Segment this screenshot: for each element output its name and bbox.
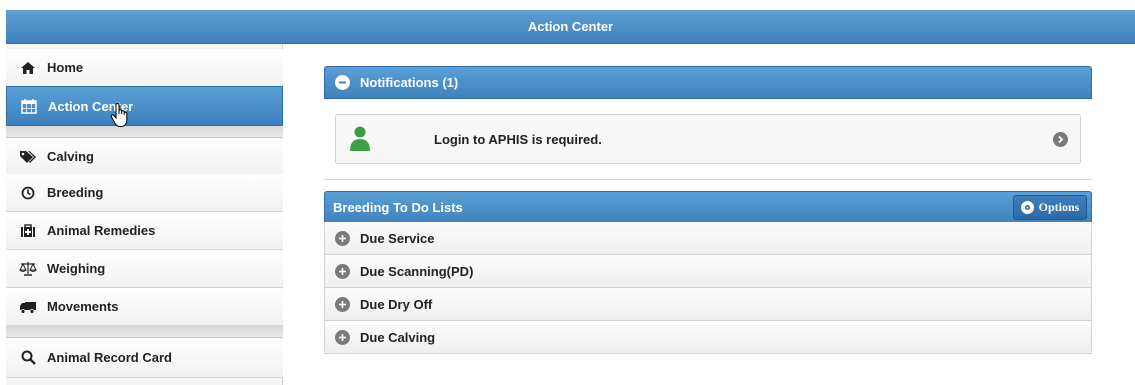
sidebar: Home Action Center Calving Breeding Anim… [6,44,283,385]
home-icon [19,60,37,76]
sidebar-item-animal-remedies[interactable]: Animal Remedies [6,212,283,250]
sidebar-item-weighing[interactable]: Weighing [6,250,283,288]
sidebar-item-action-center[interactable]: Action Center [6,86,283,126]
user-icon [349,125,371,153]
sidebar-item-movements[interactable]: Movements [6,288,283,326]
truck-icon [19,299,37,315]
page-title: Action Center [527,19,614,34]
todo-row-label: Due Calving [360,329,436,345]
tags-icon [19,149,37,165]
calendar-icon [20,98,38,114]
sidebar-item-label: Weighing [47,261,106,276]
todo-row-due-calving[interactable]: Due Calving [324,321,1092,354]
expand-icon[interactable] [335,263,350,279]
options-label: Options [1038,200,1080,214]
sidebar-item-label: Animal Remedies [47,223,156,238]
todo-row-due-dry-off[interactable]: Due Dry Off [324,288,1092,321]
sidebar-item-breeding[interactable]: Breeding [6,174,283,212]
clock-icon [19,185,37,201]
expand-icon[interactable] [335,329,350,345]
todo-row-label: Due Service [360,230,435,246]
sidebar-item-label: Home [47,60,84,75]
medkit-icon [19,223,37,239]
sidebar-item-animal-record-card[interactable]: Animal Record Card [6,338,283,378]
sidebar-divider [6,326,283,338]
scale-icon [19,261,37,277]
notifications-panel-header[interactable]: Notifications (1) [324,66,1092,99]
todo-row-label: Due Scanning(PD) [360,263,474,279]
section-divider [324,179,1092,180]
expand-icon[interactable] [335,296,350,312]
options-button[interactable]: Options [1013,195,1087,220]
todo-row-label: Due Dry Off [360,296,433,312]
sidebar-item-label: Breeding [47,185,104,200]
breeding-panel-header: Breeding To Do Lists Options [324,191,1092,224]
sidebar-divider [6,126,283,138]
sidebar-item-calving[interactable]: Calving [6,138,283,176]
gear-icon [1020,201,1034,214]
sidebar-item-home[interactable]: Home [6,49,283,87]
sidebar-item-label: Movements [47,299,119,314]
top-bar: Action Center [6,10,1135,44]
sidebar-item-label: Animal Record Card [47,350,172,365]
search-icon [19,350,37,366]
notifications-title: Notifications (1) [360,75,459,90]
todo-row-due-scanning[interactable]: Due Scanning(PD) [324,255,1092,288]
breeding-title: Breeding To Do Lists [333,200,463,215]
notification-item[interactable]: Login to APHIS is required. [335,114,1081,164]
collapse-icon[interactable] [335,75,350,90]
chevron-right-icon[interactable] [1053,132,1068,147]
todo-row-due-service[interactable]: Due Service [324,222,1092,255]
notification-message: Login to APHIS is required. [434,132,602,147]
hand-cursor-icon [110,102,132,129]
sidebar-item-label: Calving [47,149,94,164]
expand-icon[interactable] [335,230,350,246]
